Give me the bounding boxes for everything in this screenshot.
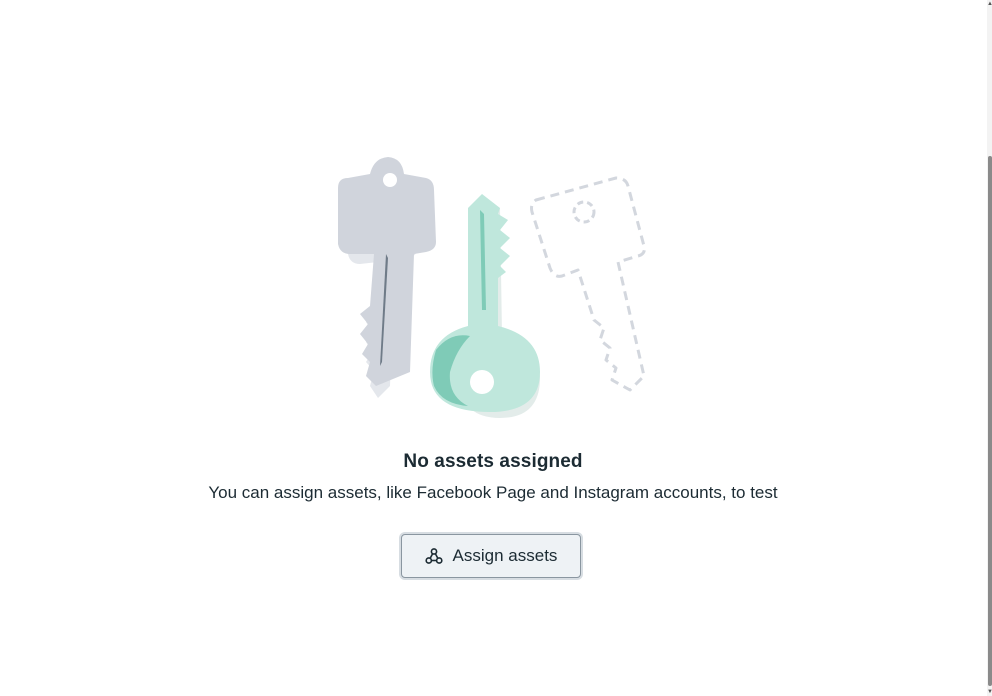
empty-state-page: No assets assigned You can assign assets…: [0, 0, 992, 696]
assign-assets-button[interactable]: Assign assets: [401, 534, 581, 578]
keys-illustration: [330, 150, 660, 425]
assets-nodes-icon: [424, 547, 443, 565]
scroll-down-arrow-icon[interactable]: ▼: [987, 688, 992, 696]
assign-assets-label: Assign assets: [452, 546, 558, 565]
scroll-up-arrow-icon[interactable]: ▲: [987, 0, 992, 8]
empty-state-title: No assets assigned: [403, 451, 583, 472]
scrollbar-thumb[interactable]: [988, 156, 992, 686]
empty-state-description: You can assign assets, like Facebook Pag…: [208, 483, 778, 502]
vertical-scrollbar[interactable]: ▲ ▼: [987, 0, 992, 696]
